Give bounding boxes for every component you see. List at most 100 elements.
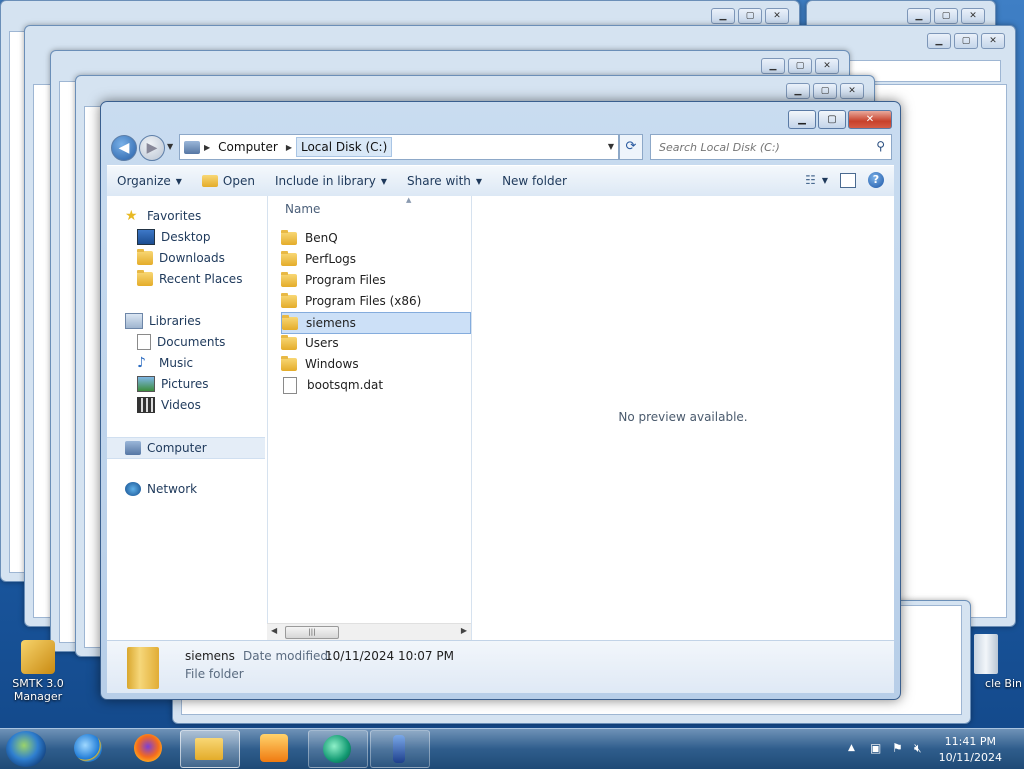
breadcrumb-chevron-icon[interactable]: ▶	[200, 143, 214, 152]
nav-network[interactable]: Network	[125, 479, 283, 499]
organize-button[interactable]: Organize ▼	[107, 174, 192, 188]
nav-computer[interactable]: Computer	[107, 437, 265, 459]
nav-label: Videos	[161, 398, 201, 412]
search-box[interactable]: ⚲	[650, 134, 892, 160]
include-label: Include in library	[274, 174, 376, 188]
breadcrumb-computer[interactable]: Computer	[214, 140, 282, 154]
close-icon[interactable]: ✕	[840, 83, 864, 99]
folder-icon	[282, 314, 298, 330]
list-item-selected[interactable]: siemens	[281, 312, 471, 334]
taskbar-app-phone[interactable]	[370, 730, 430, 768]
new-folder-button[interactable]: New folder	[492, 174, 577, 188]
close-icon[interactable]: ✕	[961, 8, 985, 24]
list-item[interactable]: BenQ	[281, 228, 469, 248]
maximize-icon[interactable]: ▢	[813, 83, 837, 99]
file-list: ▲ Name BenQ PerfLogs Program Files Progr…	[267, 196, 472, 640]
include-in-library-button[interactable]: Include in library ▼	[265, 174, 397, 188]
details-pane: siemens File folder Date modified: 10/11…	[107, 640, 894, 693]
taskbar-app-green[interactable]	[308, 730, 368, 768]
close-icon[interactable]: ✕	[765, 8, 789, 24]
breadcrumb-chevron-icon[interactable]: ▶	[282, 143, 296, 152]
nav-libraries[interactable]: Libraries	[125, 311, 283, 331]
command-bar: Organize ▼ Open Include in library ▼ Share…	[107, 165, 894, 197]
details-modified-label: Date modified:	[243, 649, 333, 663]
folder-icon	[281, 229, 297, 245]
taskbar-internet-explorer[interactable]	[60, 730, 118, 766]
folder-icon	[281, 334, 297, 350]
scroll-right-icon[interactable]: ▶	[461, 626, 467, 635]
recent-pages-dropdown-icon[interactable]: ▼	[167, 142, 173, 151]
minimize-icon[interactable]: ▁	[761, 58, 785, 74]
clock[interactable]: 11:41 PM 10/11/2024	[939, 734, 1002, 766]
address-dropdown-icon[interactable]: ▼	[608, 142, 614, 151]
column-header-name[interactable]: Name	[285, 202, 320, 216]
list-item[interactable]: PerfLogs	[281, 249, 469, 269]
desktop-icon-smtk[interactable]: SMTK 3.0 Manager	[0, 640, 76, 703]
documents-icon	[137, 334, 151, 350]
action-center-icon[interactable]: ⚑	[892, 741, 903, 755]
list-item[interactable]: Program Files (x86)	[281, 291, 469, 311]
list-item[interactable]: Program Files	[281, 270, 469, 290]
breadcrumb-local-disk[interactable]: Local Disk (C:)	[295, 137, 393, 157]
forward-button[interactable]: ▶	[139, 135, 165, 161]
minimize-icon[interactable]: ▁	[927, 33, 951, 49]
maximize-icon[interactable]: ▢	[934, 8, 958, 24]
open-button[interactable]: Open	[192, 174, 265, 188]
taskbar-firefox[interactable]	[120, 730, 178, 766]
share-label: Share with	[407, 174, 471, 188]
search-icon[interactable]: ⚲	[876, 139, 885, 153]
scroll-left-icon[interactable]: ◀	[271, 626, 277, 635]
nav-label: Music	[159, 356, 194, 370]
list-item[interactable]: Users	[281, 333, 469, 353]
maximize-button[interactable]: ▢	[818, 110, 846, 129]
file-name: bootsqm.dat	[307, 378, 384, 392]
close-icon[interactable]: ✕	[815, 58, 839, 74]
sort-ascending-icon: ▲	[406, 196, 412, 204]
videos-icon	[137, 397, 155, 413]
taskbar-windows-explorer[interactable]	[180, 730, 240, 768]
nav-label: Network	[147, 482, 198, 496]
refresh-button[interactable]: ⟳	[619, 134, 643, 160]
file-name: Program Files (x86)	[305, 294, 422, 308]
maximize-icon[interactable]: ▢	[738, 8, 762, 24]
nav-favorites[interactable]: ★ Favorites	[125, 206, 283, 226]
volume-muted-icon[interactable]: 🔇︎	[914, 741, 922, 756]
start-button[interactable]	[6, 731, 46, 767]
maximize-icon[interactable]: ▢	[788, 58, 812, 74]
nav-label: Desktop	[161, 230, 211, 244]
horizontal-scrollbar[interactable]: ◀ ||| ▶	[267, 623, 471, 640]
nav-label: Recent Places	[159, 272, 243, 286]
show-hidden-icons-icon[interactable]: ▲	[848, 743, 855, 753]
minimize-icon[interactable]: ▁	[907, 8, 931, 24]
recent-places-icon	[137, 270, 153, 286]
explorer-window[interactable]: ▁ ▢ ✕ ◀ ▶ ▼ ▶ Computer ▶ Local Disk (C:)…	[100, 101, 901, 700]
address-bar[interactable]: ▶ Computer ▶ Local Disk (C:) ▼	[179, 134, 619, 160]
desktop-icon-recycle-bin[interactable]: cle Bin	[944, 634, 1024, 690]
list-item[interactable]: Windows	[281, 354, 469, 374]
nav-label: Downloads	[159, 251, 225, 265]
folder-icon	[281, 355, 297, 371]
music-icon: ♪	[137, 355, 146, 371]
search-input[interactable]	[657, 138, 861, 156]
details-type: File folder	[185, 667, 244, 681]
system-tray: ▲ ▣ ⚑ 🔇︎ 11:41 PM 10/11/2024	[834, 729, 1024, 769]
maximize-icon[interactable]: ▢	[954, 33, 978, 49]
scrollbar-thumb[interactable]: |||	[285, 626, 339, 639]
back-button[interactable]: ◀	[111, 135, 137, 161]
share-with-button[interactable]: Share with ▼	[397, 174, 492, 188]
taskbar-media-player[interactable]	[246, 730, 304, 766]
smtk-icon	[21, 640, 55, 674]
network-tray-icon[interactable]: ▣	[870, 741, 881, 755]
minimize-button[interactable]: ▁	[788, 110, 816, 129]
preview-pane-icon[interactable]	[840, 172, 856, 188]
help-icon[interactable]: ?	[868, 172, 884, 188]
chevron-down-icon[interactable]: ▼	[822, 176, 828, 185]
close-icon[interactable]: ✕	[981, 33, 1005, 49]
close-button[interactable]: ✕	[848, 110, 892, 129]
list-item[interactable]: bootsqm.dat	[281, 375, 469, 395]
folder-icon	[281, 271, 297, 287]
recycle-bin-icon	[974, 634, 998, 674]
minimize-icon[interactable]: ▁	[711, 8, 735, 24]
view-options-icon[interactable]: ☷	[805, 173, 816, 187]
minimize-icon[interactable]: ▁	[786, 83, 810, 99]
